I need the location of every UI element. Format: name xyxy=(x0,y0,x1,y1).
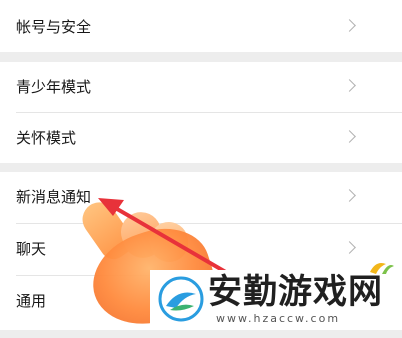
watermark-url: www.hzaccw.com xyxy=(216,312,341,325)
leaf-icon xyxy=(370,263,394,274)
settings-item-label: 青少年模式 xyxy=(16,78,92,96)
settings-group-modes: 青少年模式 关怀模式 xyxy=(0,62,402,163)
chevron-right-icon xyxy=(343,189,356,202)
settings-item-label: 通用 xyxy=(16,292,47,310)
chevron-right-icon xyxy=(343,79,356,92)
chevron-right-icon xyxy=(343,19,356,32)
chevron-right-icon xyxy=(343,130,356,143)
settings-group-account: 帐号与安全 xyxy=(0,0,402,52)
chevron-right-icon xyxy=(343,241,356,254)
settings-item-account-security[interactable]: 帐号与安全 xyxy=(0,2,402,52)
watermark: 安勤游戏网 www.hzaccw.com xyxy=(150,270,402,330)
settings-item-label: 聊天 xyxy=(16,240,47,258)
settings-item-notifications[interactable]: 新消息通知 xyxy=(0,172,402,222)
settings-item-label: 关怀模式 xyxy=(16,129,77,147)
settings-item-label: 帐号与安全 xyxy=(16,18,92,36)
site-logo-icon xyxy=(158,276,204,322)
settings-item-label: 新消息通知 xyxy=(16,188,92,206)
watermark-title: 安勤游戏网 xyxy=(208,272,383,312)
settings-item-teen-mode[interactable]: 青少年模式 xyxy=(0,62,402,112)
settings-item-care-mode[interactable]: 关怀模式 xyxy=(0,113,402,163)
